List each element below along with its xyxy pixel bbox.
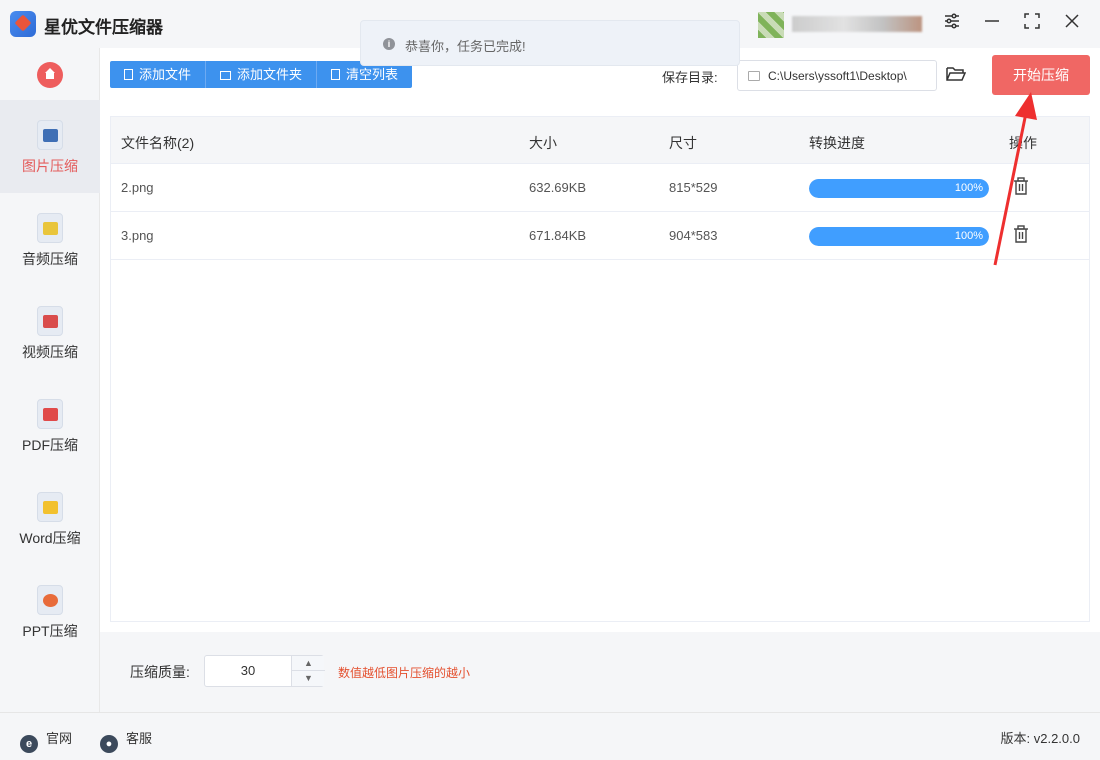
sidebar-item-video[interactable]: 视频压缩 <box>0 286 100 379</box>
trash-icon <box>331 69 341 80</box>
progress-label: 100% <box>954 230 983 242</box>
file-size: 671.84KB <box>529 228 587 243</box>
sidebar-item-pdf[interactable]: PDF压缩 <box>0 379 100 472</box>
sidebar-item-label: PPT压缩 <box>22 623 78 639</box>
sidebar-item-word[interactable]: Word压缩 <box>0 472 100 565</box>
app-title: 星优文件压缩器 <box>44 18 163 37</box>
image-icon <box>37 120 63 150</box>
sidebar-item-label: 音频压缩 <box>22 251 78 267</box>
sidebar-item-ppt[interactable]: PPT压缩 <box>0 565 100 658</box>
save-path-input[interactable]: C:\Users\yssoft1\Desktop\ <box>737 60 937 91</box>
website-link[interactable]: e 官网 <box>20 728 72 753</box>
add-folder-button[interactable]: 添加文件夹 <box>206 61 318 88</box>
add-file-label: 添加文件 <box>139 67 192 82</box>
user-avatar[interactable] <box>758 12 784 38</box>
save-path-value: C:\Users\yssoft1\Desktop\ <box>768 69 907 83</box>
quality-value[interactable]: 30 <box>205 663 291 678</box>
info-icon: i <box>383 38 395 50</box>
open-folder-icon[interactable] <box>946 65 967 83</box>
app-logo-icon <box>10 11 36 37</box>
annotation-arrow-icon <box>993 92 1037 266</box>
start-compress-button[interactable]: 开始压缩 <box>992 55 1090 95</box>
success-toast: i 恭喜你，任务已完成! <box>360 20 740 66</box>
column-header-progress: 转换进度 <box>809 135 865 151</box>
quality-hint: 数值越低图片压缩的越小 <box>338 666 471 680</box>
column-header-name: 文件名称(2) <box>121 135 195 151</box>
home-icon[interactable] <box>37 62 63 88</box>
toast-message: 恭喜你，任务已完成! <box>405 39 526 54</box>
column-header-dimensions: 尺寸 <box>669 135 697 151</box>
sidebar: 图片压缩 音频压缩 视频压缩 PDF压缩 Word压缩 PPT压缩 <box>0 48 100 712</box>
ppt-icon <box>37 585 63 615</box>
pdf-icon <box>37 399 63 429</box>
progress-label: 100% <box>954 182 983 194</box>
username-blurred[interactable] <box>792 16 922 32</box>
version-label: 版本: v2.2.0.0 <box>1000 731 1080 746</box>
settings-icon[interactable] <box>940 12 964 36</box>
quality-stepper[interactable]: 30 ▲ ▼ <box>204 655 325 687</box>
file-name: 3.png <box>121 228 154 243</box>
sidebar-item-label: PDF压缩 <box>22 437 78 453</box>
save-dir-label: 保存目录: <box>662 70 718 85</box>
sidebar-item-image[interactable]: 图片压缩 <box>0 100 100 193</box>
table-header: 文件名称(2) 大小 尺寸 转换进度 操作 <box>111 117 1089 164</box>
close-icon[interactable] <box>1060 12 1084 36</box>
progress-bar: 100% <box>809 227 989 246</box>
sidebar-item-label: 视频压缩 <box>22 344 78 360</box>
add-folder-label: 添加文件夹 <box>237 67 303 82</box>
table-row: 3.png 671.84KB 904*583 100% <box>111 212 1089 260</box>
progress-bar: 100% <box>809 179 989 198</box>
ie-icon: e <box>20 735 38 753</box>
file-name: 2.png <box>121 180 154 195</box>
file-table: 文件名称(2) 大小 尺寸 转换进度 操作 2.png 632.69KB 815… <box>110 116 1090 622</box>
maximize-icon[interactable] <box>1020 12 1044 36</box>
quality-label: 压缩质量: <box>130 664 190 680</box>
minimize-icon[interactable] <box>980 12 1004 36</box>
audio-icon <box>37 213 63 243</box>
file-icon <box>124 69 133 80</box>
chevron-down-icon[interactable]: ▼ <box>292 671 325 686</box>
clear-list-label: 清空列表 <box>346 67 399 82</box>
add-file-button[interactable]: 添加文件 <box>110 61 207 88</box>
stepper-arrows: ▲ ▼ <box>291 656 325 686</box>
video-icon <box>37 306 63 336</box>
word-icon <box>37 492 63 522</box>
file-dimensions: 904*583 <box>669 228 718 243</box>
file-dimensions: 815*529 <box>669 180 718 195</box>
folder-icon <box>748 71 760 81</box>
website-label: 官网 <box>46 731 73 746</box>
folder-icon <box>220 71 232 80</box>
footer: e 官网 ● 客服 版本: v2.2.0.0 <box>0 712 1100 760</box>
chevron-up-icon[interactable]: ▲ <box>292 656 325 671</box>
column-header-size: 大小 <box>529 135 557 151</box>
table-row: 2.png 632.69KB 815*529 100% <box>111 164 1089 212</box>
sidebar-item-label: 图片压缩 <box>22 158 78 174</box>
sidebar-item-audio[interactable]: 音频压缩 <box>0 193 100 286</box>
support-link[interactable]: ● 客服 <box>100 728 152 753</box>
sidebar-item-label: Word压缩 <box>19 530 81 546</box>
chat-icon: ● <box>100 735 118 753</box>
file-size: 632.69KB <box>529 180 587 195</box>
support-label: 客服 <box>126 731 153 746</box>
